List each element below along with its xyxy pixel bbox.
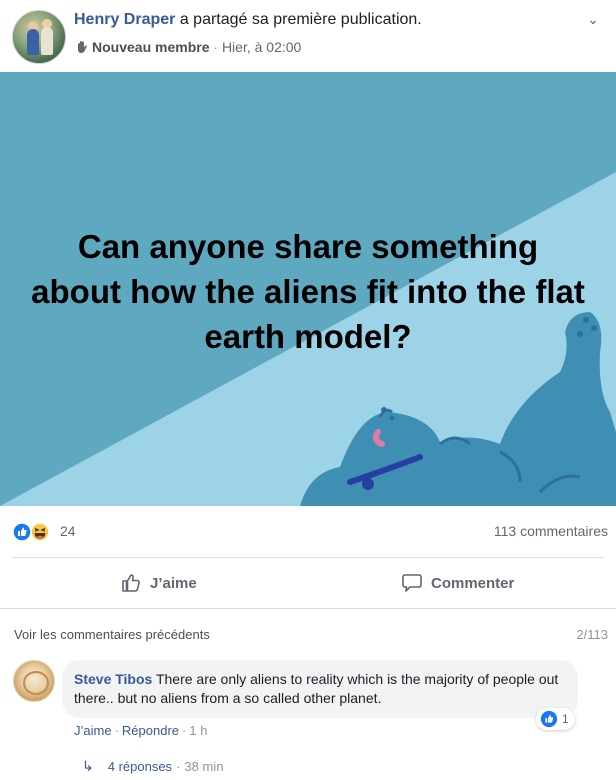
waving-hand-icon: [78, 41, 87, 53]
replies-count: 4 réponses: [107, 759, 173, 774]
reaction-count[interactable]: 24: [60, 523, 76, 539]
comment-content: Steve Tibos There are only aliens to rea…: [74, 670, 568, 708]
meta-separator: ·: [213, 39, 219, 55]
comment-author-link[interactable]: Steve Tibos: [74, 671, 152, 687]
comment-reaction-count: 1: [562, 712, 569, 726]
thumbs-up-icon: [122, 574, 140, 592]
avatar-detail: [23, 671, 49, 695]
post-action-text: a partagé sa première publication.: [175, 11, 422, 28]
meta-separator: ·: [182, 723, 187, 738]
comments-count-link[interactable]: 113 commentaires: [494, 523, 608, 539]
comment-meta: J’aime · Répondre · 1 h: [74, 723, 207, 738]
post-actions: J’aime Commenter: [0, 558, 616, 608]
speech-bubble-icon: [402, 574, 422, 592]
post-meta: Nouveau membre · Hier, à 02:00: [74, 38, 301, 56]
like-button-label: J’aime: [150, 574, 197, 592]
divider: [0, 608, 616, 609]
meta-separator: ·: [176, 759, 181, 774]
post-attribution: Henry Draper a partagé sa première publi…: [74, 10, 422, 30]
comment-like-link[interactable]: J’aime: [74, 723, 112, 738]
author-avatar[interactable]: [12, 10, 66, 64]
comment-bubble: Steve Tibos There are only aliens to rea…: [62, 660, 578, 718]
like-button[interactable]: J’aime: [120, 566, 197, 600]
avatar-figure: [27, 29, 39, 55]
comment-reply-link[interactable]: Répondre: [122, 723, 179, 738]
reply-arrow-icon: ↳: [82, 758, 94, 774]
like-icon: [12, 522, 32, 542]
like-icon: [540, 710, 558, 728]
post-image-text: Can anyone share something about how the…: [31, 228, 585, 355]
reactions-bar: 24 113 commentaires: [0, 506, 616, 558]
author-name-link[interactable]: Henry Draper: [74, 11, 175, 28]
view-previous-comments-link[interactable]: Voir les commentaires précédents: [14, 627, 210, 642]
replies-time: 38 min: [184, 759, 224, 774]
avatar-figure: [41, 27, 53, 55]
commenter-avatar[interactable]: [13, 660, 55, 702]
meta-separator: ·: [114, 723, 119, 738]
haha-icon: [30, 522, 50, 542]
post-image[interactable]: Can anyone share something about how the…: [0, 72, 616, 506]
reaction-icons[interactable]: [12, 522, 56, 542]
post-header: Henry Draper a partagé sa première publi…: [0, 0, 616, 72]
new-member-badge: Nouveau membre: [92, 39, 210, 55]
replies-link[interactable]: ↳ 4 réponses · 38 min: [82, 758, 223, 775]
post-options-chevron-icon[interactable]: ⌄: [584, 10, 602, 28]
post-timestamp[interactable]: Hier, à 02:00: [222, 39, 301, 55]
comment-time[interactable]: 1 h: [189, 723, 207, 738]
comment-reaction-badge[interactable]: 1: [536, 708, 575, 730]
comment-button[interactable]: Commenter: [401, 566, 514, 600]
comment-button-label: Commenter: [431, 574, 515, 592]
comments-page-count: 2/113: [576, 627, 608, 642]
